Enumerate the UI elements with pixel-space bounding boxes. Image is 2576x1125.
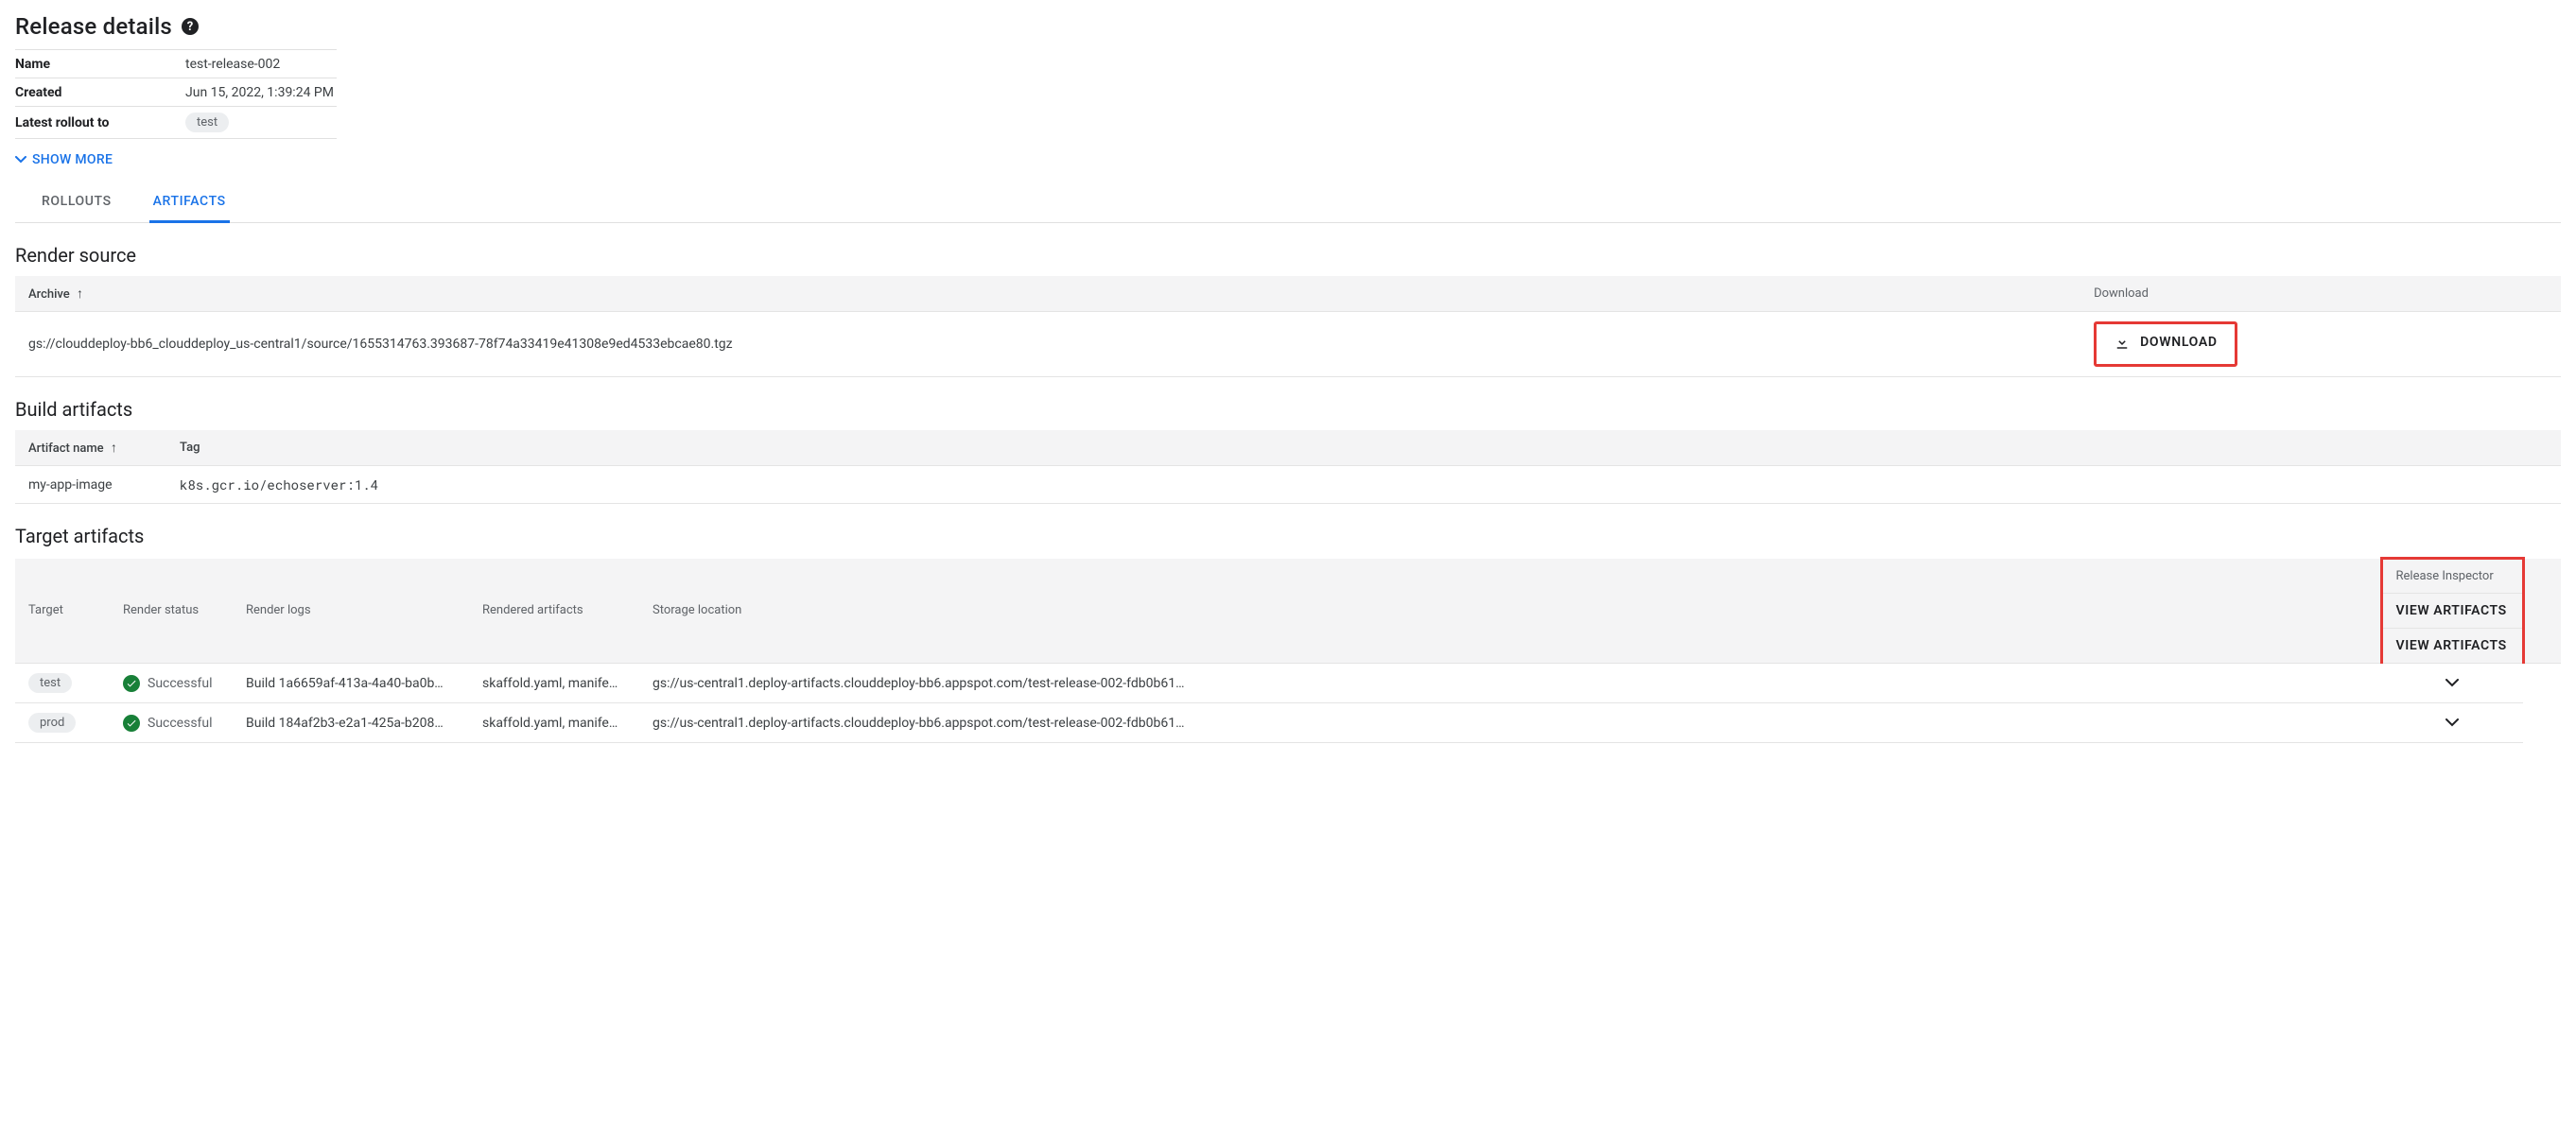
col-render-status: Render status [110, 559, 233, 664]
col-artifact-name[interactable]: Artifact name ↑ [15, 430, 166, 466]
render-status-cell: Successful [110, 664, 233, 703]
col-download: Download [2080, 276, 2561, 312]
col-archive[interactable]: Archive ↑ [15, 276, 2080, 312]
section-title-build-artifacts: Build artifacts [15, 398, 2561, 421]
build-artifacts-table: Artifact name ↑ Tag my-app-image k8s.gcr… [15, 430, 2561, 504]
artifact-tag: k8s.gcr.io/echoserver:1.4 [166, 466, 2561, 504]
table-row: my-app-image k8s.gcr.io/echoserver:1.4 [15, 466, 2561, 504]
col-storage-location: Storage location [639, 559, 2381, 664]
show-more-label: SHOW MORE [32, 152, 113, 167]
page-header: Release details ? [15, 0, 2561, 49]
col-render-logs: Render logs [233, 559, 469, 664]
download-button[interactable]: DOWNLOAD [2114, 334, 2218, 351]
download-highlight: DOWNLOAD [2094, 321, 2237, 367]
detail-row-latest: Latest rollout to test [15, 107, 337, 139]
check-circle-icon [123, 675, 140, 692]
archive-path: gs://clouddeploy-bb6_clouddeploy_us-cent… [15, 312, 2080, 377]
rendered-artifacts: skaffold.yaml, manife… [469, 703, 639, 743]
detail-label-created: Created [15, 85, 185, 100]
detail-label-latest: Latest rollout to [15, 115, 185, 130]
sort-up-icon: ↑ [111, 440, 117, 456]
download-cell: DOWNLOAD [2080, 312, 2561, 377]
chevron-down-icon [15, 152, 26, 167]
status-label: Successful [148, 716, 213, 731]
release-details-table: Name test-release-002 Created Jun 15, 20… [15, 49, 337, 139]
page-title: Release details [15, 13, 172, 40]
expand-row-button[interactable] [2381, 703, 2523, 743]
detail-value-name: test-release-002 [185, 57, 280, 72]
detail-row-created: Created Jun 15, 2022, 1:39:24 PM [15, 78, 337, 107]
render-status-cell: Successful [110, 703, 233, 743]
target-chip-cell: test [15, 664, 110, 703]
col-release-inspector: Release Inspector VIEW ARTIFACTS VIEW AR… [2381, 559, 2523, 664]
help-icon[interactable]: ? [182, 18, 199, 35]
render-source-table: Archive ↑ Download gs://clouddeploy-bb6_… [15, 276, 2561, 377]
check-circle-icon [123, 715, 140, 732]
table-row: prod Successful Build 184af2b3-e2a1-425a… [15, 703, 2561, 743]
tab-rollouts[interactable]: ROLLOUTS [38, 184, 115, 223]
view-artifacts-button[interactable]: VIEW ARTIFACTS [2396, 638, 2507, 653]
storage-location: gs://us-central1.deploy-artifacts.cloudd… [639, 703, 2381, 743]
status-label: Successful [148, 676, 213, 691]
target-artifacts-table: Target Render status Render logs Rendere… [15, 557, 2561, 743]
section-title-target-artifacts: Target artifacts [15, 525, 2561, 547]
section-title-render-source: Render source [15, 244, 2561, 267]
expand-row-button[interactable] [2381, 664, 2523, 703]
target-chip: test [28, 673, 72, 693]
sort-up-icon: ↑ [77, 286, 83, 302]
latest-rollout-chip: test [185, 112, 229, 132]
detail-row-name: Name test-release-002 [15, 50, 337, 78]
col-tag: Tag [166, 430, 2561, 466]
render-logs: Build 184af2b3-e2a1-425a-b208… [233, 703, 469, 743]
col-expand [2523, 559, 2561, 664]
detail-value-latest: test [185, 112, 229, 132]
target-chip: prod [28, 713, 76, 733]
artifact-name: my-app-image [15, 466, 166, 504]
col-rendered-artifacts: Rendered artifacts [469, 559, 639, 664]
tab-artifacts[interactable]: ARTIFACTS [149, 184, 230, 223]
target-chip-cell: prod [15, 703, 110, 743]
rendered-artifacts: skaffold.yaml, manife… [469, 664, 639, 703]
view-artifacts-button[interactable]: VIEW ARTIFACTS [2396, 603, 2507, 618]
detail-label-name: Name [15, 57, 185, 72]
tabs-bar: ROLLOUTS ARTIFACTS [15, 184, 2561, 223]
render-logs: Build 1a6659af-413a-4a40-ba0b… [233, 664, 469, 703]
download-icon [2114, 334, 2131, 351]
show-more-button[interactable]: SHOW MORE [15, 139, 113, 184]
col-target: Target [15, 559, 110, 664]
table-row: test Successful Build 1a6659af-413a-4a40… [15, 664, 2561, 703]
storage-location: gs://us-central1.deploy-artifacts.cloudd… [639, 664, 2381, 703]
download-label: DOWNLOAD [2140, 335, 2218, 350]
detail-value-created: Jun 15, 2022, 1:39:24 PM [185, 85, 334, 100]
render-source-row: gs://clouddeploy-bb6_clouddeploy_us-cent… [15, 312, 2561, 377]
